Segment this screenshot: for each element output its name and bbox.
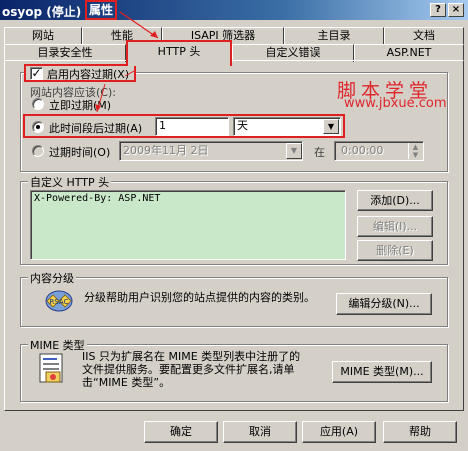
rating-description: 分级帮助用户识别您的站点提供的内容的类别。	[84, 291, 315, 304]
mime-document-icon	[39, 353, 63, 383]
expire-on-radio[interactable]	[32, 145, 44, 157]
expire-after-unit-value: 天	[237, 119, 248, 132]
window-title: osyop (停止)	[2, 5, 82, 19]
help-button[interactable]: 帮助	[383, 421, 457, 443]
expire-after-value-input[interactable]: 1	[155, 117, 229, 136]
time-spinner-icon[interactable]: ▲ ▼	[408, 143, 422, 159]
remove-header-button[interactable]: 删除(E)	[357, 240, 433, 261]
close-title-button[interactable]: ×	[448, 3, 464, 17]
add-header-button[interactable]: 添加(D)...	[357, 190, 433, 211]
mime-description: IIS 只为扩展名在 MIME 类型列表中注册了的文件提供服务。要配置更多文件扩…	[82, 350, 301, 389]
expire-at-label: 在	[314, 146, 325, 159]
expire-on-date-value: 2009年11月 2日	[123, 144, 209, 157]
expire-on-label: 过期时间(O)	[49, 146, 111, 159]
tab-documents[interactable]: 文档	[384, 27, 464, 45]
svg-text:RSAC: RSAC	[50, 298, 69, 306]
rating-icon: RSAC	[45, 290, 73, 312]
apply-button[interactable]: 应用(A)	[302, 421, 376, 443]
ok-button[interactable]: 确定	[144, 421, 218, 443]
enable-expiry-checkbox[interactable]: ✓	[30, 67, 43, 80]
expire-on-date-picker[interactable]: 2009年11月 2日	[119, 141, 303, 161]
date-chevron-down-icon[interactable]: ▼	[286, 143, 302, 159]
tab-home-directory[interactable]: 主目录	[284, 27, 384, 45]
edit-header-button[interactable]: 编辑(I)...	[357, 216, 433, 237]
edit-ratings-button[interactable]: 编辑分级(N)...	[336, 293, 432, 315]
tab-http-headers[interactable]: HTTP 头	[126, 40, 232, 66]
chevron-down-icon[interactable]: ▼	[323, 119, 339, 134]
custom-headers-label: 自定义 HTTP 头	[28, 174, 112, 190]
custom-header-item[interactable]: X-Powered-By: ASP.NET	[34, 193, 342, 204]
expire-after-label: 此时间段后过期(A)	[49, 122, 143, 135]
content-rating-label: 内容分级	[28, 270, 76, 286]
cancel-button[interactable]: 取消	[223, 421, 297, 443]
custom-headers-list[interactable]: X-Powered-By: ASP.NET	[30, 190, 346, 260]
expire-immediately-radio[interactable]	[32, 98, 44, 110]
window-title-highlight: 属性	[85, 0, 118, 20]
tab-website[interactable]: 网站	[4, 27, 82, 45]
help-title-button[interactable]: ?	[430, 3, 446, 17]
expire-on-time-value: 0:00:00	[341, 144, 384, 157]
expire-immediately-label: 立即过期(M)	[49, 99, 112, 112]
expire-after-radio[interactable]	[32, 121, 44, 133]
mime-types-button[interactable]: MIME 类型(M)...	[332, 361, 432, 383]
title-bar[interactable]: osyop (停止) 属性 ? ×	[0, 0, 468, 20]
enable-expiry-label: 启用内容过期(X)	[47, 68, 130, 81]
mime-types-label: MIME 类型	[28, 337, 87, 353]
